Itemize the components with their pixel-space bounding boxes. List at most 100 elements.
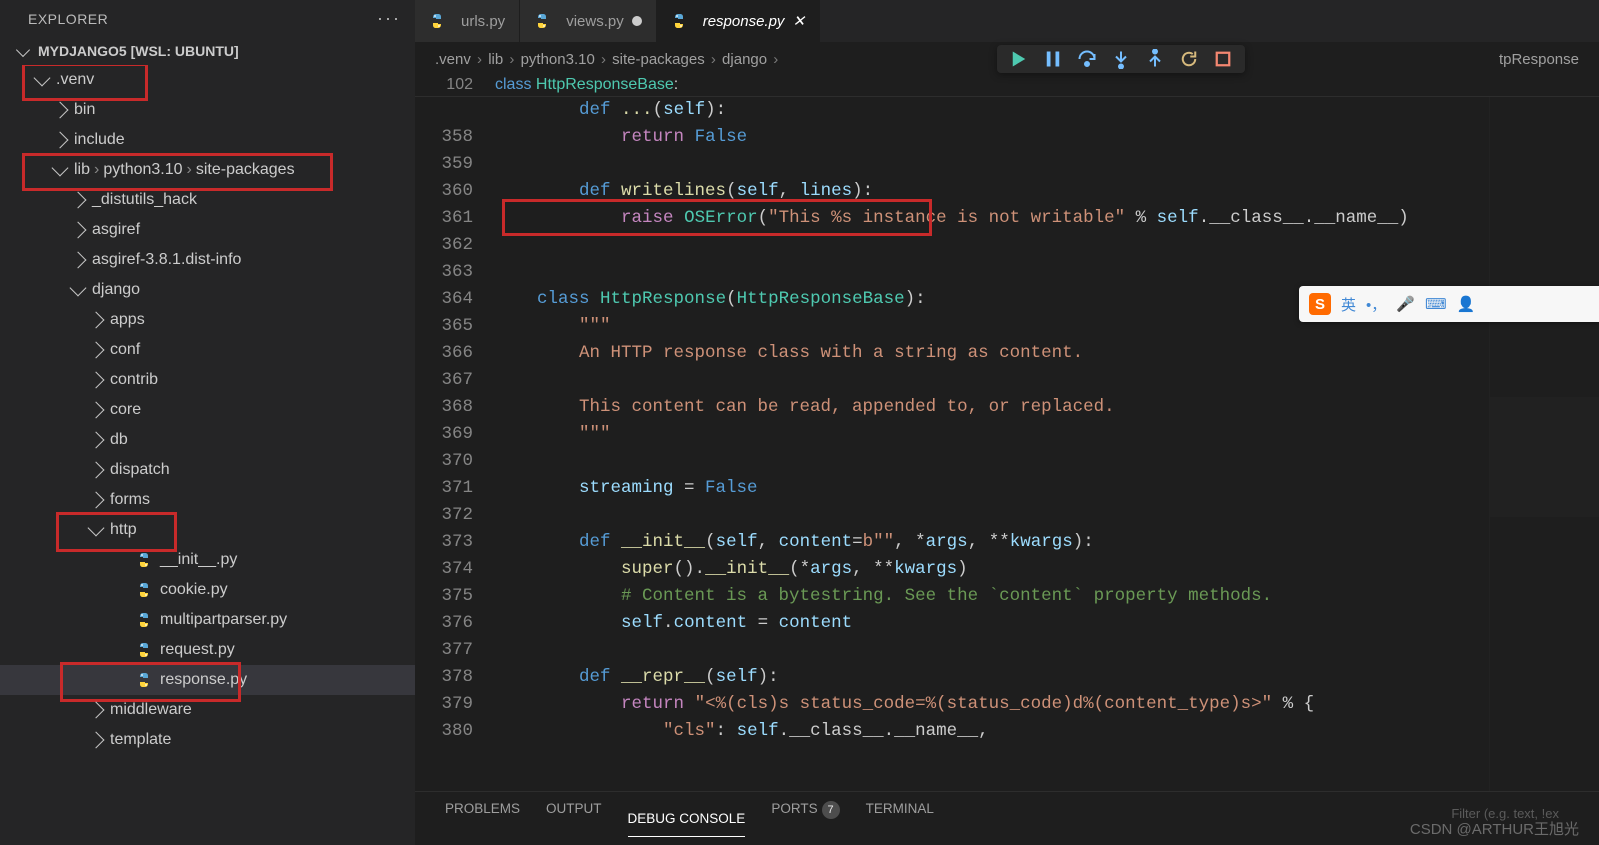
explorer-title: EXPLORER (28, 11, 108, 27)
chevron-down-icon[interactable] (70, 280, 87, 297)
folder-item[interactable]: contrib (0, 365, 415, 395)
folder-item[interactable]: lib›python3.10›site-packages (0, 155, 415, 185)
chevron-down-icon[interactable] (52, 160, 69, 177)
code-line[interactable]: streaming = False (495, 475, 1599, 502)
code-line[interactable] (495, 232, 1599, 259)
folder-item[interactable]: _distutils_hack (0, 185, 415, 215)
code-line[interactable] (495, 502, 1599, 529)
code-line[interactable]: return False (495, 124, 1599, 151)
chevron-right-icon[interactable] (88, 342, 105, 359)
panel-filter-placeholder[interactable]: Filter (e.g. text, !ex (1451, 806, 1559, 821)
folder-item[interactable]: django (0, 275, 415, 305)
chevron-right-icon[interactable] (88, 372, 105, 389)
code-line[interactable]: "cls": self.__class__.__name__, (495, 718, 1599, 745)
code-line[interactable]: This content can be read, appended to, o… (495, 394, 1599, 421)
chevron-right-icon[interactable] (52, 132, 69, 149)
explorer-more-icon[interactable]: ··· (377, 8, 401, 29)
chevron-right-icon[interactable] (88, 492, 105, 509)
chevron-right-icon[interactable] (88, 402, 105, 419)
sogou-icon[interactable]: S (1309, 293, 1331, 315)
folder-item[interactable]: asgiref-3.8.1.dist-info (0, 245, 415, 275)
chevron-right-icon[interactable] (70, 252, 87, 269)
debug-pause-icon[interactable] (1043, 49, 1063, 69)
ime-punct[interactable]: •， (1366, 294, 1386, 315)
chevron-down-icon[interactable] (88, 520, 105, 537)
panel-tab[interactable]: PROBLEMS (445, 801, 520, 837)
file-item[interactable]: __init__.py (0, 545, 415, 575)
code-line[interactable]: def ...(self): (495, 97, 1599, 124)
folder-item[interactable]: middleware (0, 695, 415, 725)
code-line[interactable] (495, 367, 1599, 394)
breadcrumb-segment[interactable]: django (722, 51, 767, 68)
ime-toolbar[interactable]: S 英 •， 🎤 ⌨ 👤 (1299, 286, 1599, 322)
minimap-thumb[interactable] (1490, 397, 1599, 517)
debug-step-over-icon[interactable] (1077, 49, 1097, 69)
folder-item[interactable]: core (0, 395, 415, 425)
code-line[interactable]: def __repr__(self): (495, 664, 1599, 691)
ime-person-icon[interactable]: 👤 (1457, 295, 1476, 313)
folder-item[interactable]: template (0, 725, 415, 755)
debug-restart-icon[interactable] (1179, 49, 1199, 69)
breadcrumb-segment[interactable]: .venv (435, 51, 471, 68)
sticky-scroll[interactable]: 102 class HttpResponseBase: (415, 76, 1599, 97)
chevron-right-icon[interactable] (88, 732, 105, 749)
editor-tab[interactable]: response.py✕ (657, 0, 820, 42)
ime-language[interactable]: 英 (1341, 294, 1356, 315)
code-line[interactable] (495, 448, 1599, 475)
code-line[interactable]: def __init__(self, content=b"", *args, *… (495, 529, 1599, 556)
workspace-root[interactable]: MYDJANGO5 [WSL: UBUNTU] (0, 37, 415, 65)
code-line[interactable]: return "<%(cls)s status_code=%(status_co… (495, 691, 1599, 718)
code-line[interactable]: def writelines(self, lines): (495, 178, 1599, 205)
breadcrumb-segment[interactable]: python3.10 (521, 51, 595, 68)
chevron-right-icon[interactable] (88, 432, 105, 449)
folder-item[interactable]: conf (0, 335, 415, 365)
code-editor[interactable]: def ...(self):358 return False359360 def… (415, 97, 1599, 791)
ime-keyboard-icon[interactable]: ⌨ (1425, 295, 1447, 313)
chevron-down-icon[interactable] (34, 70, 51, 87)
breadcrumb-segment[interactable]: site-packages (612, 51, 705, 68)
panel-tab[interactable]: DEBUG CONSOLE (628, 811, 746, 837)
folder-item[interactable]: forms (0, 485, 415, 515)
code-line[interactable]: raise OSError("This %s instance is not w… (495, 205, 1599, 232)
code-line[interactable]: An HTTP response class with a string as … (495, 340, 1599, 367)
code-line[interactable]: """ (495, 421, 1599, 448)
debug-continue-icon[interactable] (1009, 49, 1029, 69)
breadcrumb-segment[interactable]: lib (488, 51, 503, 68)
editor-tab[interactable]: urls.py (415, 0, 520, 42)
folder-item[interactable]: db (0, 425, 415, 455)
code-line[interactable] (495, 151, 1599, 178)
ime-mic-icon[interactable]: 🎤 (1396, 295, 1415, 313)
panel-tab[interactable]: OUTPUT (546, 801, 602, 837)
close-tab-icon[interactable]: ✕ (792, 12, 805, 30)
panel-tab[interactable]: PORTS7 (771, 801, 839, 837)
debug-stop-icon[interactable] (1213, 49, 1233, 69)
chevron-right-icon[interactable] (88, 462, 105, 479)
chevron-right-icon[interactable] (88, 702, 105, 719)
minimap[interactable] (1489, 97, 1599, 791)
folder-item[interactable]: include (0, 125, 415, 155)
folder-item[interactable]: .venv (0, 65, 415, 95)
code-line[interactable]: self.content = content (495, 610, 1599, 637)
file-item[interactable]: request.py (0, 635, 415, 665)
folder-item[interactable]: http (0, 515, 415, 545)
chevron-right-icon[interactable] (70, 222, 87, 239)
chevron-right-icon[interactable] (52, 102, 69, 119)
file-item[interactable]: response.py (0, 665, 415, 695)
file-item[interactable]: multipartparser.py (0, 605, 415, 635)
code-line[interactable]: super().__init__(*args, **kwargs) (495, 556, 1599, 583)
chevron-right-icon[interactable] (70, 192, 87, 209)
folder-item[interactable]: apps (0, 305, 415, 335)
breadcrumb[interactable]: .venv › lib › python3.10 › site-packages… (415, 42, 1599, 76)
panel-tab[interactable]: TERMINAL (866, 801, 934, 837)
debug-step-out-icon[interactable] (1145, 49, 1165, 69)
folder-item[interactable]: bin (0, 95, 415, 125)
chevron-right-icon[interactable] (88, 312, 105, 329)
folder-item[interactable]: asgiref (0, 215, 415, 245)
folder-item[interactable]: dispatch (0, 455, 415, 485)
code-line[interactable] (495, 259, 1599, 286)
debug-step-into-icon[interactable] (1111, 49, 1131, 69)
file-item[interactable]: cookie.py (0, 575, 415, 605)
editor-tab[interactable]: views.py (520, 0, 657, 42)
code-line[interactable] (495, 637, 1599, 664)
code-line[interactable]: # Content is a bytestring. See the `cont… (495, 583, 1599, 610)
